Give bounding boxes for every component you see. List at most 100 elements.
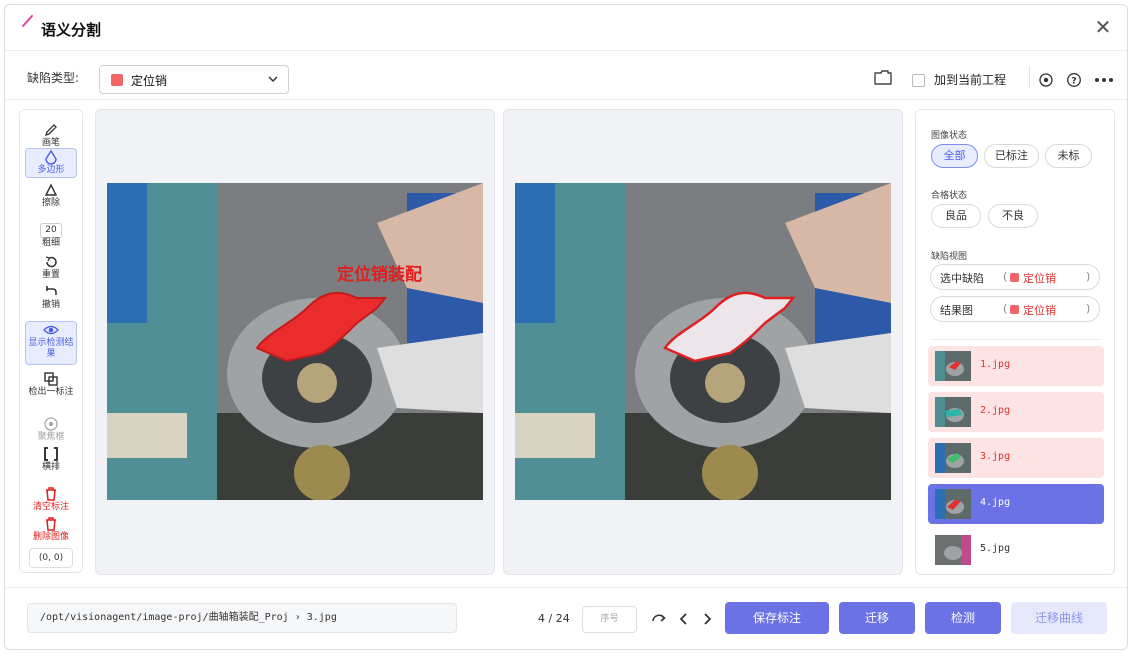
clear-labels-tool[interactable]: 清空标注 bbox=[25, 486, 77, 513]
result-image[interactable] bbox=[515, 183, 891, 500]
detect-one-label: 检出一标注 bbox=[28, 387, 74, 397]
thickness-value[interactable]: 20 bbox=[40, 223, 62, 238]
dialog-header: 语义分割 ✕ bbox=[5, 5, 1127, 51]
next-icon[interactable] bbox=[699, 611, 715, 627]
erase-label: 擦除 bbox=[41, 198, 60, 208]
migrate-curve-button[interactable]: 迁移曲线 bbox=[1011, 602, 1107, 634]
file-item[interactable]: 3.jpg bbox=[928, 438, 1104, 478]
defect-type-select[interactable]: 定位销 bbox=[99, 65, 289, 94]
file-item[interactable]: 2.jpg bbox=[928, 392, 1104, 432]
clear-labels-label: 清空标注 bbox=[32, 502, 69, 512]
more-icon[interactable] bbox=[1093, 72, 1115, 88]
delete-image-tool[interactable]: 删除图像 bbox=[25, 516, 77, 543]
file-name: 5.jpg bbox=[980, 543, 1011, 554]
sequence-input[interactable]: 序号 bbox=[582, 606, 637, 633]
view-selected-defect[interactable]: 选中缺陷 ( 定位销 ) bbox=[930, 264, 1100, 290]
migrate-button[interactable]: 迁移 bbox=[839, 602, 915, 634]
paren-open: ( bbox=[1003, 270, 1008, 283]
redo-icon[interactable] bbox=[651, 611, 667, 627]
brush-tool[interactable]: 画笔 bbox=[25, 122, 77, 149]
file-thumbnail bbox=[935, 351, 971, 381]
file-name: 2.jpg bbox=[980, 405, 1011, 416]
view-result-image[interactable]: 结果图 ( 定位销 ) bbox=[930, 296, 1100, 322]
file-thumbnail bbox=[935, 535, 971, 565]
defect-color-dot bbox=[1010, 273, 1019, 282]
cursor-coordinates: (0, 0) bbox=[29, 548, 73, 568]
polygon-tool[interactable]: 多边形 bbox=[25, 148, 77, 178]
quality-title: 合格状态 bbox=[931, 191, 968, 201]
file-name: 4.jpg bbox=[980, 497, 1011, 508]
close-icon[interactable]: ✕ bbox=[1093, 17, 1113, 37]
detect-button[interactable]: 检测 bbox=[925, 602, 1001, 634]
file-item[interactable]: 5.jpg bbox=[928, 530, 1104, 570]
annotation-label: 定位销装配 bbox=[337, 264, 422, 285]
horizontal-tool[interactable]: 横排 bbox=[25, 446, 77, 473]
status-all-pill[interactable]: 全部 bbox=[931, 144, 978, 168]
segmentation-dialog: 语义分割 ✕ 缺陷类型: 定位销 加到当前工程 ? 画笔 多边形 擦除 20 粗… bbox=[4, 4, 1128, 650]
toolbar-divider bbox=[1029, 66, 1030, 88]
defect-type-label: 缺陷类型: bbox=[27, 71, 80, 85]
defect-color-swatch bbox=[111, 74, 123, 86]
eraser-icon bbox=[44, 183, 58, 196]
svg-text:?: ? bbox=[1071, 77, 1076, 87]
horizontal-label: 横排 bbox=[41, 462, 60, 472]
focus-icon bbox=[44, 417, 58, 431]
file-name: 3.jpg bbox=[980, 451, 1011, 462]
add-to-project-checkbox[interactable] bbox=[912, 74, 925, 87]
pencil-icon bbox=[22, 15, 33, 27]
undo-tool[interactable]: 撤销 bbox=[25, 284, 77, 311]
thickness-tool[interactable]: 20 粗细 bbox=[25, 223, 77, 249]
show-result-label: 显示检测结果 bbox=[28, 338, 74, 359]
focus-label: 聚焦框 bbox=[37, 432, 65, 442]
focus-tool[interactable]: 聚焦框 bbox=[25, 416, 77, 443]
status-unlabeled-pill[interactable]: 未标 bbox=[1045, 144, 1092, 168]
help-icon[interactable]: ? bbox=[1066, 72, 1082, 88]
reset-icon bbox=[45, 256, 57, 268]
result-canvas[interactable] bbox=[503, 109, 903, 575]
tool-column: 画笔 多边形 擦除 20 粗细 重置 撤销 显示检测结果 检出一标注 聚焦框 横… bbox=[19, 109, 83, 573]
gearbox-result-photo bbox=[515, 183, 891, 500]
trash-icon bbox=[46, 517, 56, 531]
reset-label: 重置 bbox=[41, 270, 60, 280]
undo-icon bbox=[46, 286, 57, 295]
file-path: /opt/visionagent/image-proj/曲轴箱装配_Proj ›… bbox=[27, 603, 457, 633]
paren-close: ) bbox=[1086, 270, 1091, 283]
gearbox-photo: 定位销装配 bbox=[107, 183, 483, 500]
folder-icon[interactable] bbox=[873, 68, 893, 86]
file-name: 1.jpg bbox=[980, 359, 1011, 370]
thickness-label: 粗细 bbox=[41, 238, 60, 248]
erase-tool[interactable]: 擦除 bbox=[25, 182, 77, 209]
file-thumbnail bbox=[935, 397, 971, 427]
show-result-tool[interactable]: 显示检测结果 bbox=[25, 321, 77, 365]
quality-good-pill[interactable]: 良品 bbox=[931, 204, 981, 228]
copy-icon bbox=[44, 372, 58, 386]
prev-icon[interactable] bbox=[676, 611, 692, 627]
source-image[interactable]: 定位销装配 bbox=[107, 183, 483, 500]
file-thumbnail bbox=[935, 489, 971, 519]
panel-divider bbox=[930, 339, 1102, 340]
view-value: 定位销 bbox=[1023, 272, 1056, 285]
brush-icon bbox=[44, 124, 57, 137]
defect-color-dot bbox=[1010, 305, 1019, 314]
add-to-project-label: 加到当前工程 bbox=[934, 73, 1007, 87]
reset-tool[interactable]: 重置 bbox=[25, 254, 77, 281]
defect-view-title: 缺陷视图 bbox=[931, 252, 968, 262]
page-indicator: 4 / 24 bbox=[538, 612, 570, 625]
quality-bad-pill[interactable]: 不良 bbox=[988, 204, 1038, 228]
annotation-canvas[interactable]: 定位销装配 bbox=[95, 109, 495, 575]
defect-type-value: 定位销 bbox=[131, 74, 168, 88]
detect-one-tool[interactable]: 检出一标注 bbox=[25, 371, 77, 398]
footer-divider bbox=[5, 587, 1127, 588]
status-labeled-pill[interactable]: 已标注 bbox=[984, 144, 1039, 168]
target-icon[interactable] bbox=[1038, 72, 1054, 88]
filter-panel: 图像状态 全部 已标注 未标 合格状态 良品 不良 缺陷视图 选中缺陷 ( 定位… bbox=[915, 109, 1115, 575]
paren-open: ( bbox=[1003, 302, 1008, 315]
eye-icon bbox=[43, 325, 59, 335]
file-item[interactable]: 1.jpg bbox=[928, 346, 1104, 386]
delete-image-label: 删除图像 bbox=[32, 532, 69, 542]
view-value: 定位销 bbox=[1023, 304, 1056, 317]
file-item-current[interactable]: 4.jpg bbox=[928, 484, 1104, 524]
save-annotation-button[interactable]: 保存标注 bbox=[725, 602, 829, 634]
file-thumbnail bbox=[935, 443, 971, 473]
defect-toolbar: 缺陷类型: 定位销 加到当前工程 ? bbox=[5, 52, 1127, 100]
